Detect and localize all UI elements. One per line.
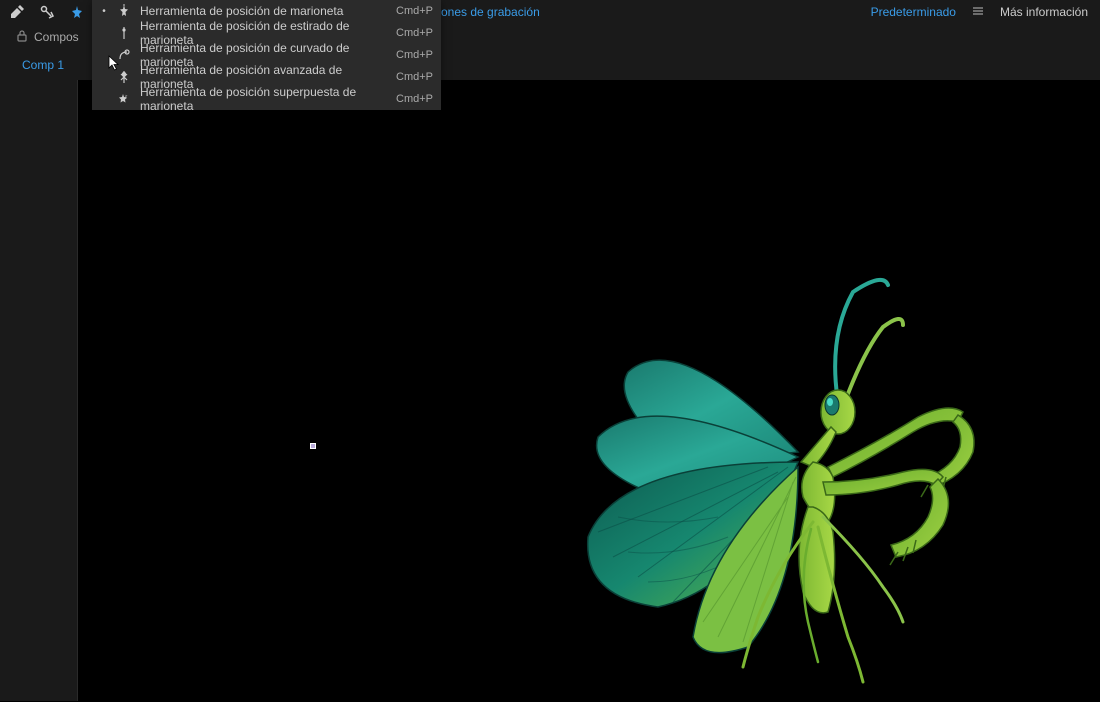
menu-lines-icon[interactable]	[971, 4, 985, 21]
composition-label: Compos	[34, 30, 79, 44]
menu-item-puppet-overlap[interactable]: Herramienta de posición superpuesta de m…	[92, 88, 441, 110]
menu-shortcut: Cmd+P	[396, 49, 433, 61]
composition-panel-header: Compos	[16, 30, 79, 45]
menu-shortcut: Cmd+P	[396, 5, 433, 17]
composition-viewport[interactable]	[78, 80, 1100, 701]
tab-comp1[interactable]: Comp 1	[8, 54, 78, 76]
roto-brush-tool-icon[interactable]	[33, 1, 61, 23]
anchor-point-marker[interactable]	[310, 443, 316, 449]
menu-label: Herramienta de posición superpuesta de m…	[140, 85, 388, 113]
lock-icon[interactable]	[16, 30, 28, 45]
puppet-tool-dropdown: • Herramienta de posición de marioneta C…	[92, 0, 441, 110]
mantis-graphic[interactable]	[518, 267, 998, 697]
right-controls: Predeterminado Más información	[871, 0, 1088, 24]
menu-shortcut: Cmd+P	[396, 71, 433, 83]
recording-options-link[interactable]: ones de grabación	[441, 5, 540, 19]
bullet-icon: •	[100, 6, 108, 17]
menu-shortcut: Cmd+P	[396, 93, 433, 105]
menu-label: Herramienta de posición de marioneta	[140, 4, 388, 18]
bend-pin-icon	[116, 47, 132, 63]
overlap-pin-icon	[116, 91, 132, 107]
menu-shortcut: Cmd+P	[396, 27, 433, 39]
eraser-tool-icon[interactable]	[3, 1, 31, 23]
workspace-selector[interactable]: Predeterminado	[871, 5, 956, 19]
advanced-pin-icon	[116, 69, 132, 85]
tool-icons-group	[0, 1, 91, 23]
more-info-link[interactable]: Más información	[1000, 5, 1088, 19]
puppet-pin-tool-icon[interactable]	[63, 1, 91, 23]
pin-icon	[116, 3, 132, 19]
starch-pin-icon	[116, 25, 132, 41]
left-sidebar	[0, 80, 78, 701]
